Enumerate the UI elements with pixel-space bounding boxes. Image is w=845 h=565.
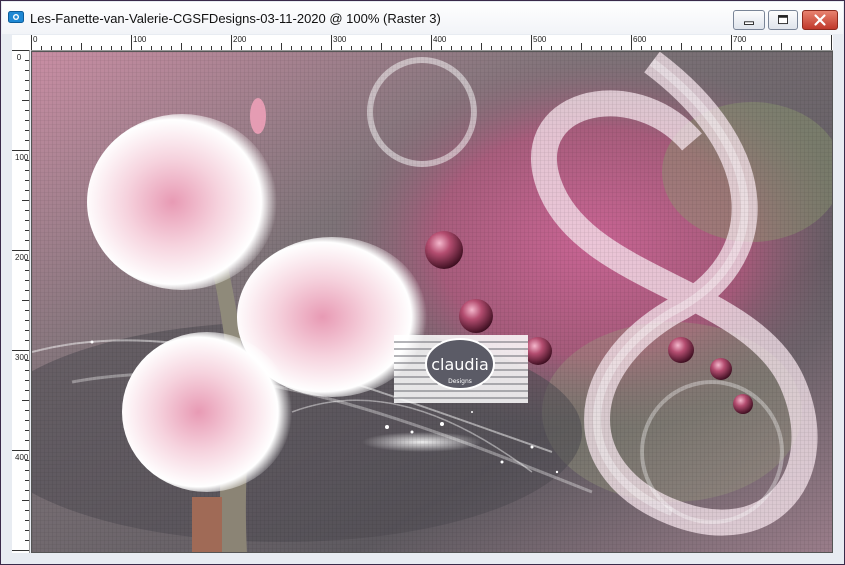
window-title: Les-Fanette-van-Valerie-CGSFDesigns-03-1… — [30, 11, 441, 26]
ruler-label: 100 — [133, 35, 147, 44]
ruler-label: 300 — [333, 35, 347, 44]
vertical-ruler[interactable]: 0 100 200 300 400 — [12, 50, 30, 553]
ruler-label: 200 — [15, 253, 29, 262]
horizontal-ruler[interactable]: 0 100 200 300 400 500 600 700 — [31, 35, 833, 51]
minimize-icon — [744, 21, 754, 25]
ruler-label: 400 — [15, 453, 29, 462]
ruler-label: 200 — [233, 35, 247, 44]
ruler-label: 300 — [15, 353, 29, 362]
watermark-name: claudia — [431, 355, 489, 374]
catkin-flower — [87, 114, 277, 290]
close-button[interactable] — [802, 10, 838, 30]
ruler-label: 500 — [533, 35, 547, 44]
title-bar[interactable]: Les-Fanette-van-Valerie-CGSFDesigns-03-1… — [2, 2, 843, 34]
ruler-corner — [12, 35, 31, 50]
ruler-label: 400 — [433, 35, 447, 44]
watermark: claudia Designs — [394, 335, 528, 403]
close-icon — [814, 14, 826, 26]
vertical-ruler-ticks — [12, 50, 29, 551]
ruler-label: 700 — [733, 35, 747, 44]
ruler-label: 0 — [33, 35, 38, 44]
watermark-subtitle: Designs — [448, 378, 472, 385]
ruler-label: 100 — [15, 153, 29, 162]
image-canvas[interactable]: claudia Designs — [31, 51, 833, 553]
ruler-label: 600 — [633, 35, 647, 44]
catkin-flower — [122, 332, 292, 492]
maximize-icon — [778, 15, 788, 25]
image-window: Les-Fanette-van-Valerie-CGSFDesigns-03-1… — [0, 0, 845, 565]
app-document-icon — [8, 10, 24, 24]
horizontal-ruler-ticks — [31, 35, 832, 50]
minimize-button[interactable] — [733, 10, 765, 30]
maximize-button[interactable] — [768, 10, 798, 30]
ruler-label: 0 — [16, 53, 22, 62]
